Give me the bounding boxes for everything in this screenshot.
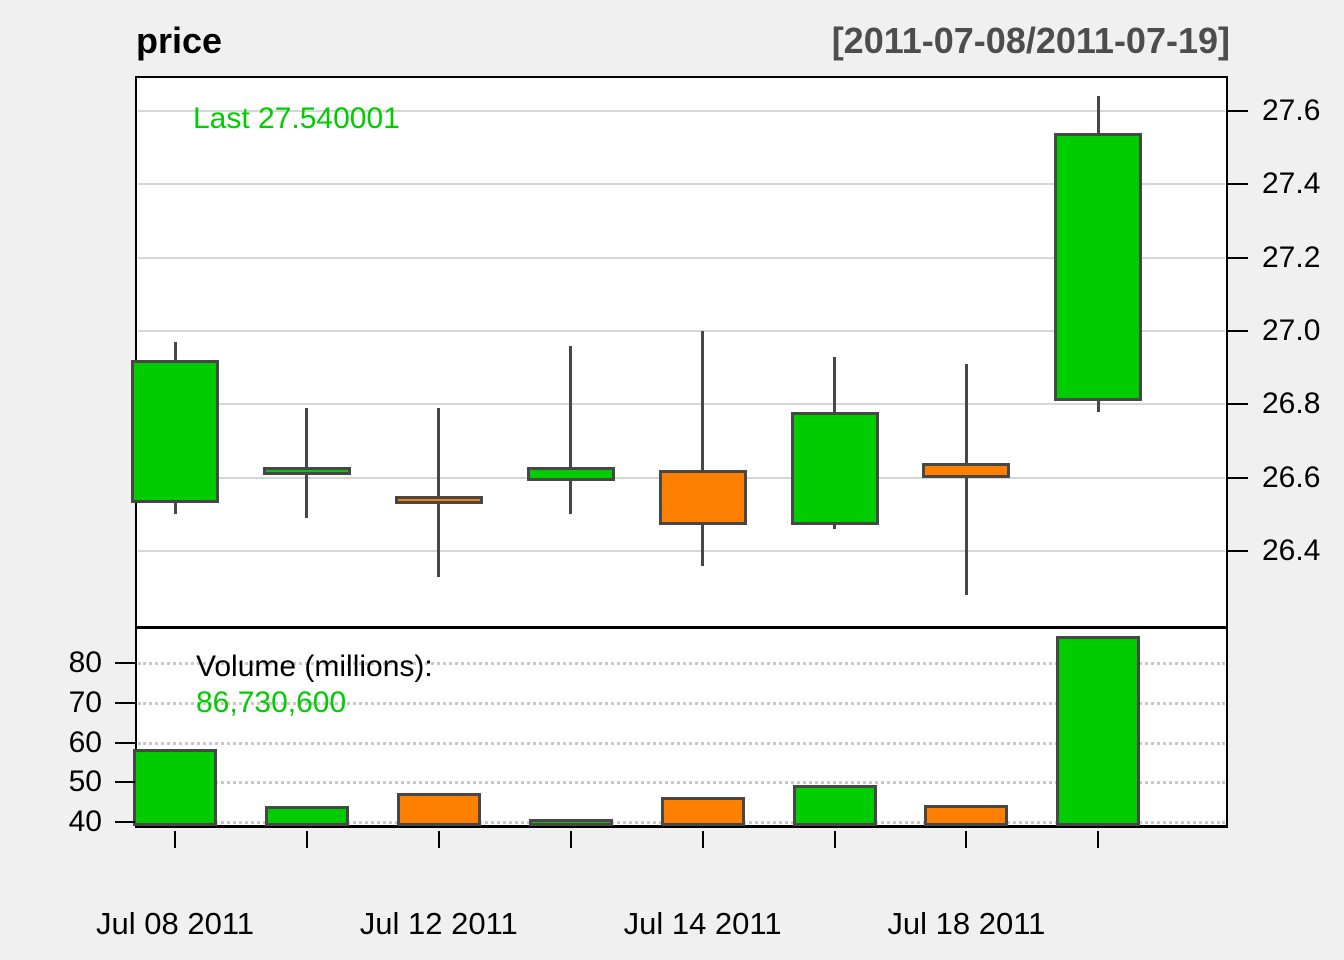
price-axis-tick [1228,330,1248,332]
x-axis-label: Jul 12 2011 [339,906,539,942]
candle-body [791,412,879,526]
candle-body [659,470,747,525]
x-axis-tick [1097,831,1099,848]
price-axis-label: 26.6 [1262,462,1344,494]
candle-wick [701,331,704,566]
x-axis-tick [965,831,967,848]
volume-axis-label: 70 [34,687,102,719]
candle-body [131,360,219,503]
volume-value-label: 86,730,600 [196,686,346,720]
x-axis-tick [174,831,176,848]
candle-wick [437,408,440,577]
x-axis-tick [834,831,836,848]
x-axis-label: Jul 18 2011 [866,906,1066,942]
price-axis-label: 26.4 [1262,535,1344,567]
volume-bar [529,819,613,826]
x-axis-tick [438,831,440,848]
price-axis-tick [1228,257,1248,259]
volume-bar [661,797,745,826]
x-axis-label: Jul 08 2011 [75,906,275,942]
volume-bar [793,785,877,826]
candle-body [527,467,615,482]
price-axis-label: 27.6 [1262,95,1344,127]
x-axis-label: Jul 14 2011 [603,906,803,942]
candle-wick [965,364,968,595]
volume-bar [1056,636,1140,826]
price-axis-tick [1228,550,1248,552]
date-range-label: [2011-07-08/2011-07-19] [832,20,1230,62]
price-axis-tick [1228,403,1248,405]
price-gridline [138,403,1225,405]
volume-axis-label: 50 [34,766,102,798]
price-axis-label: 26.8 [1262,388,1344,420]
price-axis-tick [1228,477,1248,479]
price-axis-tick [1228,110,1248,112]
candle-wick [305,408,308,518]
candle-wick [569,346,572,515]
chart-title: price [136,20,222,62]
volume-axis-label: 60 [34,727,102,759]
candle-body [922,463,1010,478]
volume-axis-tick [115,662,135,664]
x-axis-tick [702,831,704,848]
candle-body [1054,133,1142,401]
volume-axis-tick [115,742,135,744]
candle-body [395,496,483,504]
chart-canvas: price [2011-07-08/2011-07-19] 27.6 27.4 27… [0,0,1344,960]
price-axis-label: 27.0 [1262,315,1344,347]
volume-axis-label: 80 [34,647,102,679]
price-axis-label: 27.4 [1262,168,1344,200]
last-price-label: Last 27.540001 [193,102,400,136]
volume-bar [924,805,1008,826]
volume-bar [265,806,349,826]
volume-bar [397,793,481,826]
volume-title-label: Volume (millions): [196,650,433,684]
volume-bar [133,749,217,826]
volume-axis-label: 40 [34,806,102,838]
volume-axis-tick [115,781,135,783]
volume-axis-tick [115,702,135,704]
x-axis-tick [570,831,572,848]
volume-axis-tick [115,821,135,823]
price-gridline [138,550,1225,552]
price-axis-label: 27.2 [1262,242,1344,274]
candle-body [263,467,351,475]
price-axis-tick [1228,183,1248,185]
x-axis-tick [306,831,308,848]
